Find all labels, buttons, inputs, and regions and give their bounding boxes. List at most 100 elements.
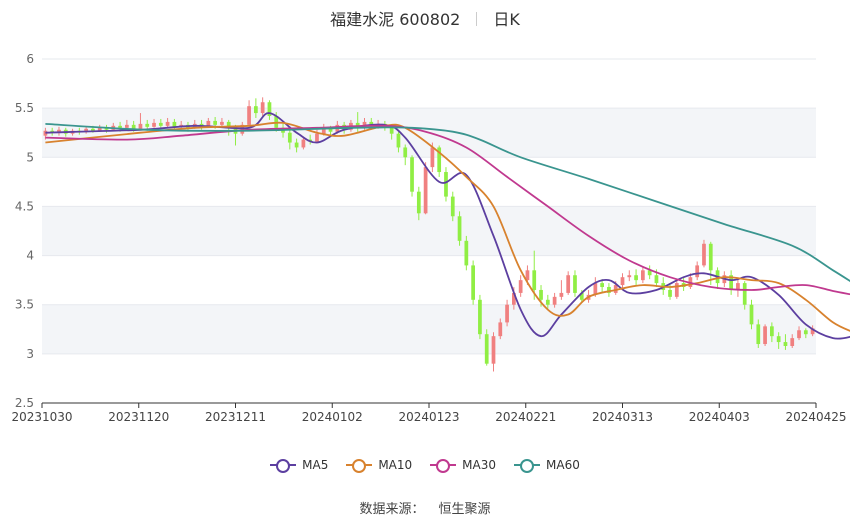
candle-body	[783, 342, 788, 346]
candle-body	[573, 275, 577, 293]
y-tick-label: 3.5	[15, 298, 34, 312]
y-tick-label: 2.5	[15, 396, 34, 410]
candle-body	[430, 147, 435, 168]
x-axis: 20231030 20231120 20231211 20240102 20240123…	[11, 402, 847, 424]
candle-body	[165, 121, 170, 126]
legend-swatch-icon	[270, 459, 297, 473]
candle-body	[797, 330, 801, 339]
legend-item-ma30[interactable]: MA30	[430, 458, 497, 473]
legend: MA5 MA10 MA30 MA60	[0, 458, 850, 473]
grid-band	[42, 304, 816, 354]
legend-item-ma5[interactable]: MA5	[270, 458, 329, 473]
candle-body	[776, 336, 781, 343]
candle-body	[301, 139, 306, 148]
candle-body	[416, 191, 421, 214]
legend-item-ma60[interactable]: MA60	[514, 458, 580, 473]
candle-body	[247, 106, 251, 125]
candle-body	[539, 289, 543, 300]
candle-body	[138, 123, 143, 129]
candle-body	[695, 265, 700, 278]
data-source: 数据来源： 恒生聚源	[0, 498, 850, 517]
candle-body	[260, 102, 265, 114]
candle-body	[559, 292, 564, 297]
candle-body	[471, 265, 475, 300]
candle-body	[505, 304, 509, 323]
candle-body	[444, 172, 448, 197]
candle-body	[220, 121, 224, 125]
candle-body	[172, 121, 177, 127]
candle-body	[763, 326, 767, 345]
candle-body	[457, 216, 462, 241]
candle-body	[756, 324, 761, 345]
legend-label: MA5	[302, 458, 329, 472]
candle-body	[145, 123, 150, 127]
candlestick-chart: 2.5 3 3.5 4 4.5 5 5.5 6 20231030 20231120 2023121…	[11, 52, 850, 424]
candle-body	[450, 196, 455, 217]
y-tick-label: 3	[26, 347, 34, 361]
candle-body	[749, 304, 754, 325]
grid-band	[42, 206, 816, 256]
candle-body	[668, 289, 672, 297]
y-tick-label: 4	[26, 249, 34, 263]
candle-body	[545, 299, 550, 305]
x-tick-label: 20240403	[689, 410, 750, 424]
candle-body	[152, 122, 156, 127]
candle-body	[790, 338, 795, 346]
x-tick-label: 20240425	[785, 410, 846, 424]
y-tick-label: 5	[26, 150, 34, 164]
candle-body	[674, 283, 679, 297]
candle-body	[491, 336, 496, 364]
legend-label: MA10	[378, 458, 413, 472]
candle-body	[620, 277, 625, 286]
legend-swatch-icon	[514, 459, 541, 473]
x-tick-label: 20231120	[108, 410, 169, 424]
x-tick-label: 20240313	[592, 410, 653, 424]
legend-label: MA30	[462, 458, 497, 472]
candle-body	[206, 120, 211, 126]
candle-body	[627, 275, 632, 278]
x-tick-label: 20231211	[205, 410, 266, 424]
candle-body	[403, 147, 408, 158]
candle-body	[566, 275, 571, 293]
candle-body	[552, 296, 557, 305]
legend-item-ma10[interactable]: MA10	[346, 458, 413, 473]
candle-body	[708, 243, 713, 271]
candle-body	[464, 240, 469, 266]
candle-body	[423, 167, 428, 214]
candle-body	[742, 283, 747, 305]
candle-body	[125, 124, 129, 128]
x-tick-label: 20240221	[495, 410, 556, 424]
candle-body	[213, 120, 217, 125]
candle-body	[396, 133, 401, 148]
source-label: 数据来源：	[359, 502, 425, 517]
candle-body	[702, 243, 706, 266]
candle-body	[600, 283, 604, 288]
legend-swatch-icon	[346, 459, 373, 473]
candle-body	[478, 299, 482, 335]
candle-body	[634, 275, 638, 281]
x-tick-label: 20240123	[398, 410, 459, 424]
candle-body	[803, 330, 808, 335]
y-tick-label: 5.5	[15, 101, 34, 115]
candle-body	[532, 270, 537, 290]
candle-body	[287, 132, 292, 143]
candle-body	[498, 322, 503, 337]
legend-swatch-icon	[430, 459, 457, 473]
y-tick-label: 6	[26, 52, 34, 66]
candle-body	[641, 270, 645, 281]
candle-body	[254, 106, 258, 114]
candle-body	[158, 122, 163, 126]
x-tick-label: 20231030	[11, 410, 72, 424]
candle-body	[315, 133, 319, 142]
candle-body	[131, 124, 136, 129]
legend-label: MA60	[546, 458, 580, 472]
candle-body	[518, 280, 523, 293]
candle-body	[654, 275, 659, 284]
candle-body	[118, 125, 122, 128]
x-tick-label: 20240102	[302, 410, 363, 424]
source-name: 恒生聚源	[438, 502, 491, 517]
y-tick-label: 4.5	[15, 199, 34, 213]
y-axis-ticks: 2.5 3 3.5 4 4.5 5 5.5 6	[15, 52, 34, 410]
candle-body	[410, 157, 414, 192]
candle-body	[294, 142, 299, 148]
